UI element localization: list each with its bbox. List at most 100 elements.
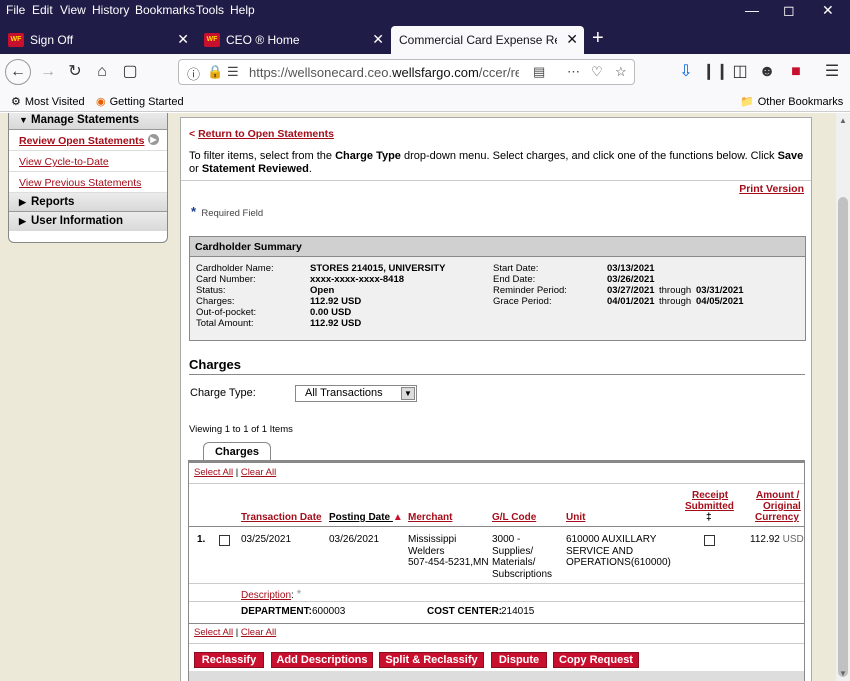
maximize-icon[interactable]: ◻ [783, 2, 795, 19]
user-information-header[interactable]: ▶ User Information [9, 212, 167, 231]
charges-label: Charges: [196, 296, 235, 307]
charges-divider [189, 374, 805, 375]
page-scrollbar[interactable]: ▲ ▼ [836, 113, 850, 681]
card-number-value: xxxx-xxxx-xxxx-8418 [310, 274, 405, 285]
tab-label: CEO ® Home [226, 33, 300, 47]
clear-all-link[interactable]: Clear All [241, 467, 276, 478]
ublock-icon[interactable]: ■ [784, 60, 808, 84]
tab-sign-off[interactable]: WF Sign Off ✕ [0, 26, 195, 54]
minimize-icon[interactable]: — [745, 2, 759, 18]
receipt-submitted-checkbox[interactable] [704, 535, 715, 546]
column-transaction-date[interactable]: Transaction Date [241, 512, 322, 523]
sidebar-item-review-open[interactable]: Review Open Statements ▶ [9, 130, 167, 151]
separator: | [235, 627, 239, 638]
column-receipt[interactable]: Receipt [692, 490, 728, 501]
required-field-note: * Required Field [191, 204, 264, 219]
copy-request-button[interactable]: Copy Request [553, 652, 639, 668]
tab-label: Sign Off [30, 33, 74, 47]
forward-arrow-icon[interactable]: → [36, 60, 60, 84]
grace-end-value: 04/05/2021 [696, 296, 744, 307]
manage-statements-header[interactable]: ▼ Manage Statements [9, 113, 167, 130]
sidebar-item-cycle-to-date[interactable]: View Cycle-to-Date [9, 151, 167, 172]
account-icon[interactable]: ☻ [755, 60, 779, 84]
reload-icon[interactable]: ↻ [63, 60, 87, 84]
scrollbar-thumb[interactable] [838, 197, 848, 677]
bookmark-getting-started[interactable]: ◉ Getting Started [96, 95, 184, 108]
cost-center-value: 214015 [501, 606, 535, 617]
column-submitted[interactable]: Submitted [685, 501, 734, 512]
select-clear-bottom: Select All | Clear All [194, 627, 276, 638]
print-version-link[interactable]: Print Version [739, 183, 804, 195]
new-tab-icon[interactable]: + [592, 28, 604, 48]
url-text[interactable]: https://wellsonecard.ceo.wellsfargo.com/… [249, 65, 519, 80]
close-tab-icon[interactable]: ✕ [372, 31, 384, 48]
downloads-icon[interactable]: ⇩ [674, 60, 698, 84]
sidebar-item-previous-statements[interactable]: View Previous Statements [9, 172, 167, 193]
tab-ceo-home[interactable]: WF CEO ® Home ✕ [196, 26, 390, 54]
select-all-link[interactable]: Select All [194, 467, 233, 478]
wells-fargo-icon: WF [8, 33, 24, 47]
scroll-up-icon[interactable]: ▲ [839, 116, 847, 125]
pocket-icon[interactable]: ♡ [591, 64, 603, 80]
column-original[interactable]: Original [763, 501, 801, 512]
row-select-checkbox[interactable] [219, 535, 230, 546]
reports-header[interactable]: ▶ Reports [9, 193, 167, 212]
column-unit[interactable]: Unit [566, 512, 585, 523]
split-reclassify-button[interactable]: Split & Reclassify [379, 652, 484, 668]
row-divider [189, 623, 804, 624]
column-currency[interactable]: Currency [755, 512, 799, 523]
address-bar[interactable]: ⓘ 🔒 ☰ https://wellsonecard.ceo.wellsfarg… [178, 59, 635, 85]
menu-file[interactable]: File [6, 3, 25, 17]
column-gl-code[interactable]: G/L Code [492, 512, 536, 523]
select-all-link[interactable]: Select All [194, 627, 233, 638]
row-divider [189, 483, 804, 484]
menu-tools[interactable]: Tools [196, 3, 224, 17]
dispute-button[interactable]: Dispute [491, 652, 547, 668]
sidebar-toggle-icon[interactable]: ◫ [728, 60, 752, 84]
screenshot-icon[interactable]: ▢ [118, 60, 142, 84]
scroll-down-icon[interactable]: ▼ [839, 669, 847, 678]
description-link[interactable]: Description [241, 590, 291, 601]
close-tab-icon[interactable]: ✕ [566, 31, 578, 48]
menu-history[interactable]: History [92, 3, 129, 17]
collapsed-triangle-icon: ▶ [19, 216, 26, 226]
summary-title: Cardholder Summary [190, 237, 805, 257]
bookmark-star-icon[interactable]: ☆ [615, 64, 627, 80]
home-icon[interactable]: ⌂ [90, 60, 114, 84]
reminder-period-label: Reminder Period: [493, 285, 567, 296]
other-bookmarks[interactable]: 📁 Other Bookmarks [740, 95, 843, 108]
department-label: DEPARTMENT: [241, 606, 312, 617]
permissions-icon[interactable]: ☰ [227, 64, 239, 80]
reclassify-button[interactable]: Reclassify [194, 652, 264, 668]
hamburger-menu-icon[interactable]: ☰ [820, 60, 844, 84]
return-link-row: < Return to Open Statements [189, 128, 334, 140]
charge-type-select[interactable]: All Transactions ▼ [295, 385, 417, 402]
site-info-icon[interactable]: ⓘ [187, 64, 200, 83]
column-posting-date[interactable]: Posting Date ▲ [329, 512, 403, 523]
reminder-end-value: 03/31/2021 [696, 285, 744, 296]
chevron-down-icon[interactable]: ▼ [401, 387, 415, 400]
menu-bookmarks[interactable]: Bookmarks [135, 3, 195, 17]
library-icon[interactable]: ❙❙ [702, 60, 729, 84]
add-descriptions-button[interactable]: Add Descriptions [271, 652, 373, 668]
tab-charges[interactable]: Charges [203, 442, 271, 461]
close-window-icon[interactable]: ✕ [822, 2, 834, 19]
menu-view[interactable]: View [60, 3, 86, 17]
bookmark-most-visited[interactable]: ⚙ Most Visited [11, 95, 85, 108]
row-transaction-date: 03/25/2021 [241, 534, 292, 545]
page-actions-icon[interactable]: ⋯ [567, 64, 580, 80]
folder-icon: 📁 [740, 96, 754, 108]
back-arrow-icon[interactable]: ← [5, 59, 31, 85]
column-merchant[interactable]: Merchant [408, 512, 452, 523]
menu-edit[interactable]: Edit [32, 3, 53, 17]
collapsed-triangle-icon: ▶ [19, 197, 26, 207]
clear-all-link[interactable]: Clear All [241, 627, 276, 638]
menu-help[interactable]: Help [230, 3, 255, 17]
lock-icon[interactable]: 🔒 [207, 64, 223, 80]
required-asterisk-icon: * [296, 587, 302, 601]
reader-view-icon[interactable]: ▤ [533, 64, 545, 80]
close-tab-icon[interactable]: ✕ [177, 31, 189, 48]
tab-expense-reporting[interactable]: Commercial Card Expense Reporting ✕ [391, 26, 584, 54]
column-amount[interactable]: Amount / [756, 490, 799, 501]
return-to-open-statements-link[interactable]: Return to Open Statements [198, 128, 334, 140]
